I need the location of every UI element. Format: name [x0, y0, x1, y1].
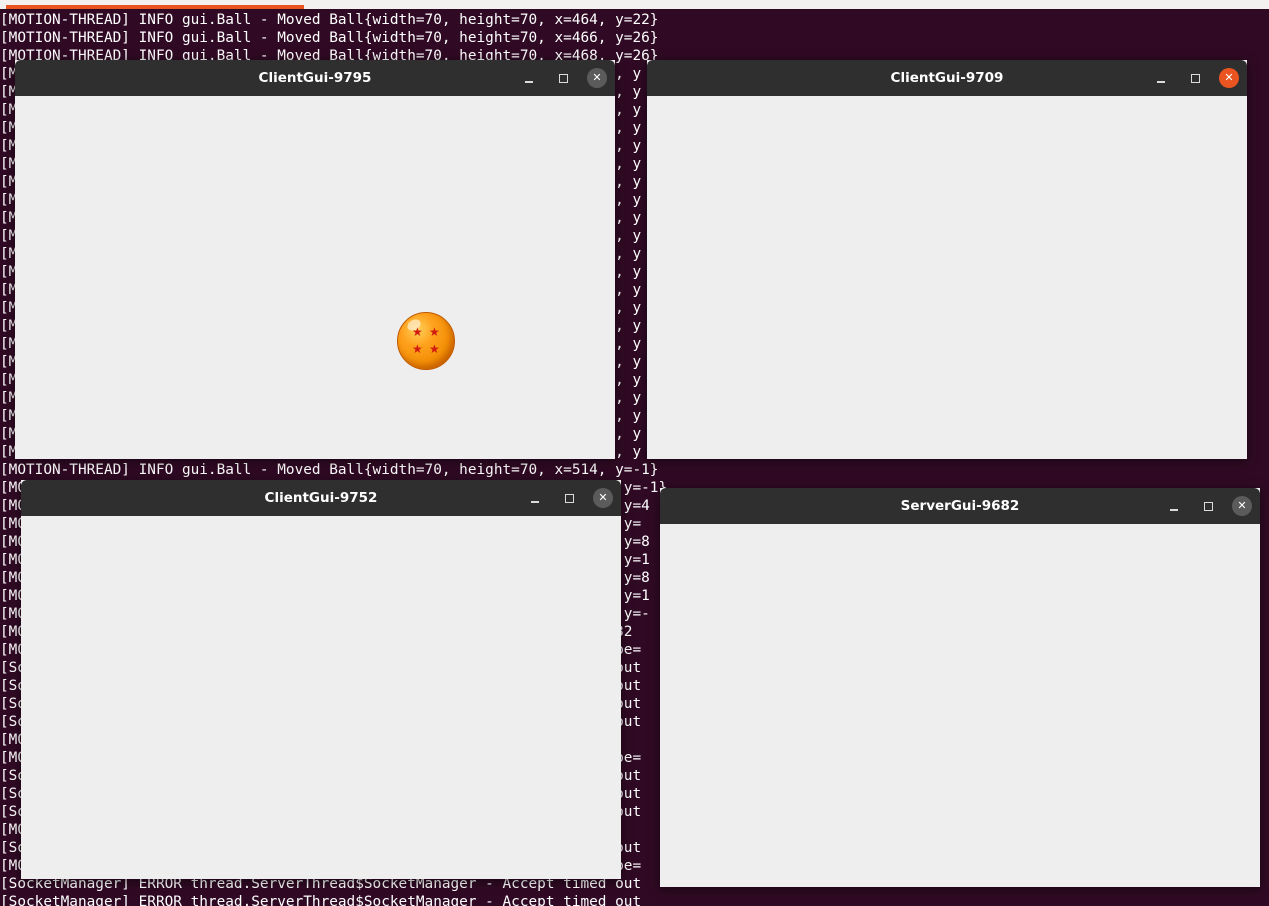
active-tab-indicator	[6, 5, 304, 9]
window-canvas[interactable]	[21, 516, 621, 879]
window-titlebar[interactable]: ClientGui-9795	[15, 60, 615, 96]
window-canvas[interactable]	[647, 96, 1247, 459]
maximize-icon[interactable]	[559, 488, 579, 508]
star-icon: ★	[429, 342, 440, 356]
star-icon: ★	[429, 325, 440, 339]
terminal-line: [MOTION-THREAD] INFO gui.Ball - Moved Ba…	[0, 30, 659, 46]
window-titlebar[interactable]: ClientGui-9752	[21, 480, 621, 516]
terminal-line: [MOTION-THREAD] INFO gui.Ball - Moved Ba…	[0, 462, 659, 478]
server-window-9682[interactable]: ServerGui-9682	[660, 488, 1260, 887]
star-icon: ★	[412, 342, 423, 356]
close-icon[interactable]	[593, 488, 613, 508]
client-window-9795[interactable]: ClientGui-9795 ★ ★ ★ ★	[15, 60, 615, 459]
close-icon[interactable]	[587, 68, 607, 88]
client-window-9752[interactable]: ClientGui-9752	[21, 480, 621, 879]
minimize-icon[interactable]	[519, 68, 539, 88]
maximize-icon[interactable]	[1198, 496, 1218, 516]
terminal-line: [MOTION-THREAD] INFO gui.Ball - Moved Ba…	[0, 12, 659, 28]
window-canvas[interactable]: ★ ★ ★ ★	[15, 96, 615, 459]
window-canvas[interactable]	[660, 524, 1260, 887]
close-icon[interactable]	[1232, 496, 1252, 516]
minimize-icon[interactable]	[1164, 496, 1184, 516]
client-window-9709[interactable]: ClientGui-9709	[647, 60, 1247, 459]
maximize-icon[interactable]	[1185, 68, 1205, 88]
dragon-ball: ★ ★ ★ ★	[397, 312, 455, 370]
window-titlebar[interactable]: ClientGui-9709	[647, 60, 1247, 96]
minimize-icon[interactable]	[1151, 68, 1171, 88]
star-icon: ★	[412, 325, 423, 339]
close-icon[interactable]	[1219, 68, 1239, 88]
window-titlebar[interactable]: ServerGui-9682	[660, 488, 1260, 524]
terminal-line: [SocketManager] ERROR thread.ServerThrea…	[0, 894, 642, 906]
maximize-icon[interactable]	[553, 68, 573, 88]
terminal-tab-strip	[0, 0, 1269, 9]
minimize-icon[interactable]	[525, 488, 545, 508]
